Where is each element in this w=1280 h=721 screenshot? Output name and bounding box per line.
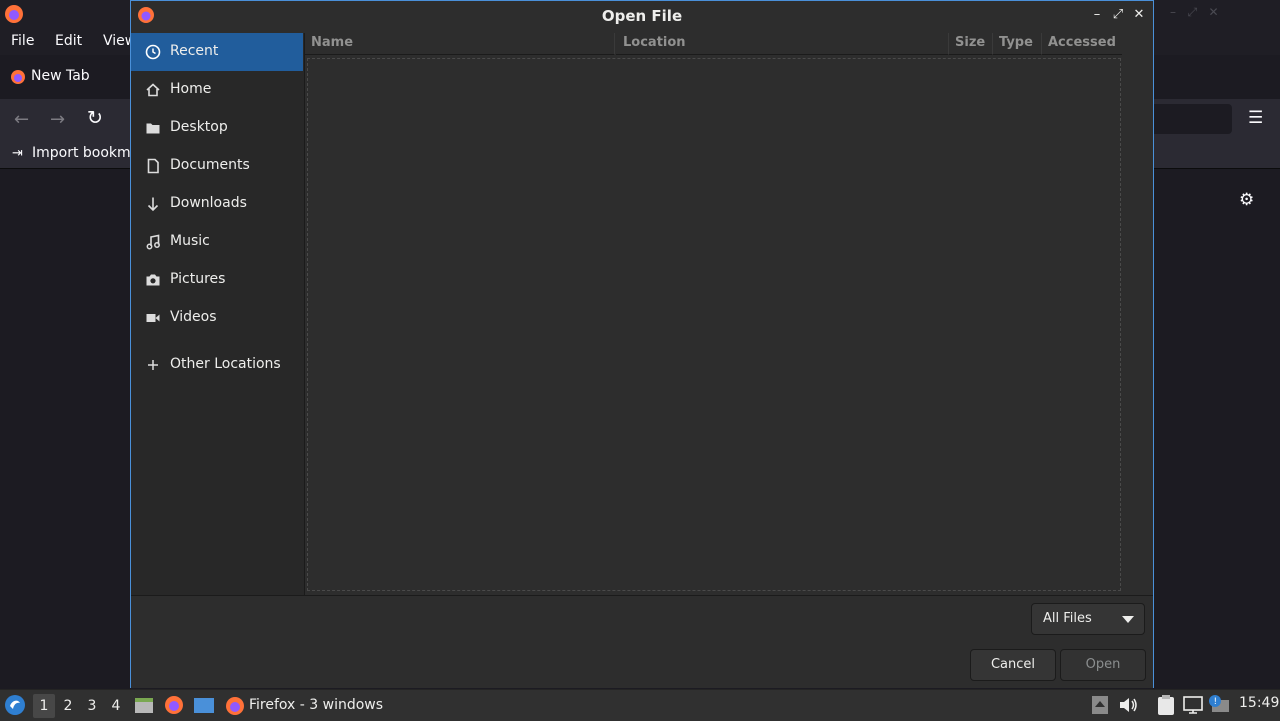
firefox-icon [226, 697, 244, 715]
titlebar-buttons-hidden: – ⤢ ✕ [1170, 5, 1219, 19]
places-sidebar: Recent Home Desktop Documents Downloads [131, 33, 305, 595]
taskbar-task-firefox[interactable]: Firefox - 3 windows [222, 692, 392, 720]
dialog-actions: All Files Cancel Open [131, 595, 1153, 688]
folder-icon [146, 123, 160, 134]
chevron-down-icon [1122, 616, 1134, 623]
tab-new-tab[interactable]: New Tab [4, 60, 132, 94]
sidebar-item-label: Documents [170, 157, 250, 173]
notification-icon[interactable]: ! [1208, 694, 1230, 714]
cancel-button[interactable]: Cancel [970, 649, 1056, 681]
tray-arrow-icon[interactable] [1091, 695, 1109, 715]
sidebar-item-documents[interactable]: Documents [131, 147, 303, 185]
close-icon[interactable]: ✕ [1131, 7, 1147, 23]
reload-icon[interactable]: ↻ [87, 107, 103, 129]
column-label: Accessed [1048, 35, 1116, 50]
sidebar-item-pictures[interactable]: Pictures [131, 261, 303, 299]
sidebar-item-label: Music [170, 233, 210, 249]
column-header-accessed[interactable]: Accessed [1042, 33, 1122, 55]
file-manager-icon[interactable] [134, 695, 154, 715]
open-button[interactable]: Open [1060, 649, 1146, 681]
firefox-launcher-icon[interactable] [164, 695, 184, 715]
desktop-icon[interactable] [193, 695, 215, 715]
document-icon [147, 158, 159, 174]
column-header-size[interactable]: Size [949, 33, 993, 55]
menu-edit[interactable]: Edit [55, 33, 82, 49]
start-menu-icon[interactable] [4, 694, 26, 716]
maximize-icon[interactable]: ⤢ [1110, 7, 1126, 23]
url-bar[interactable] [1150, 104, 1232, 134]
video-icon [146, 314, 160, 322]
sidebar-item-label: Other Locations [170, 356, 281, 372]
task-label: Firefox - 3 windows [249, 697, 384, 713]
sidebar-item-label: Desktop [170, 119, 228, 135]
dialog-titlebar[interactable]: Open File – ⤢ ✕ [131, 1, 1153, 31]
clock-icon [145, 44, 161, 60]
sidebar-item-music[interactable]: Music [131, 223, 303, 261]
home-icon [146, 83, 160, 97]
sidebar-item-label: Pictures [170, 271, 226, 287]
workspace-3[interactable]: 3 [81, 694, 103, 718]
hamburger-menu-icon[interactable]: ☰ [1248, 108, 1263, 128]
back-arrow-icon[interactable]: ← [14, 109, 29, 130]
file-list[interactable] [307, 58, 1121, 591]
network-icon[interactable] [1182, 695, 1204, 715]
sidebar-item-other-locations[interactable]: Other Locations [131, 346, 303, 384]
sidebar-item-label: Downloads [170, 195, 247, 211]
column-label: Name [311, 35, 354, 50]
sidebar-item-desktop[interactable]: Desktop [131, 109, 303, 147]
firefox-icon [5, 5, 23, 23]
sidebar-item-home[interactable]: Home [131, 71, 303, 109]
volume-icon[interactable] [1119, 696, 1139, 714]
tab-title: New Tab [31, 68, 90, 84]
sidebar-item-label: Home [170, 81, 212, 97]
forward-arrow-icon[interactable]: → [50, 109, 65, 130]
column-header-type[interactable]: Type [993, 33, 1042, 55]
open-file-dialog: Open File – ⤢ ✕ Recent Home Desktop Docu… [130, 0, 1154, 688]
menu-file[interactable]: File [11, 33, 34, 49]
sidebar-item-label: Recent [170, 43, 219, 59]
column-header-location[interactable]: Location [616, 33, 949, 55]
camera-icon [146, 274, 160, 286]
column-header-name[interactable]: Name [305, 33, 615, 55]
clock: 15:49 [1239, 695, 1280, 711]
sidebar-item-recent[interactable]: Recent [131, 33, 303, 71]
dialog-title: Open File [601, 7, 683, 25]
file-list-area: Name Location Size Type Accessed [305, 33, 1153, 595]
workspace-1[interactable]: 1 [33, 694, 55, 718]
plus-icon [148, 360, 158, 370]
minimize-icon[interactable]: – [1089, 7, 1105, 23]
import-icon: ⇥ [12, 146, 23, 161]
sidebar-item-videos[interactable]: Videos [131, 299, 303, 337]
workspace-4[interactable]: 4 [105, 694, 127, 718]
taskbar: 1 2 3 4 Firefox - 3 windows ! 15:49 [0, 689, 1280, 721]
gear-icon[interactable]: ⚙ [1239, 190, 1254, 210]
svg-text:!: ! [1214, 697, 1218, 707]
file-filter-combobox[interactable]: All Files [1031, 603, 1145, 635]
workspace-2[interactable]: 2 [57, 694, 79, 718]
download-arrow-icon [147, 197, 159, 212]
column-label: Type [999, 35, 1033, 50]
sidebar-item-downloads[interactable]: Downloads [131, 185, 303, 223]
clipboard-icon[interactable] [1156, 694, 1176, 716]
music-note-icon [146, 234, 160, 250]
column-label: Size [955, 35, 986, 50]
firefox-tab-icon [11, 70, 25, 84]
file-filter-label: All Files [1043, 611, 1092, 626]
column-label: Location [623, 35, 686, 50]
sidebar-item-label: Videos [170, 309, 217, 325]
